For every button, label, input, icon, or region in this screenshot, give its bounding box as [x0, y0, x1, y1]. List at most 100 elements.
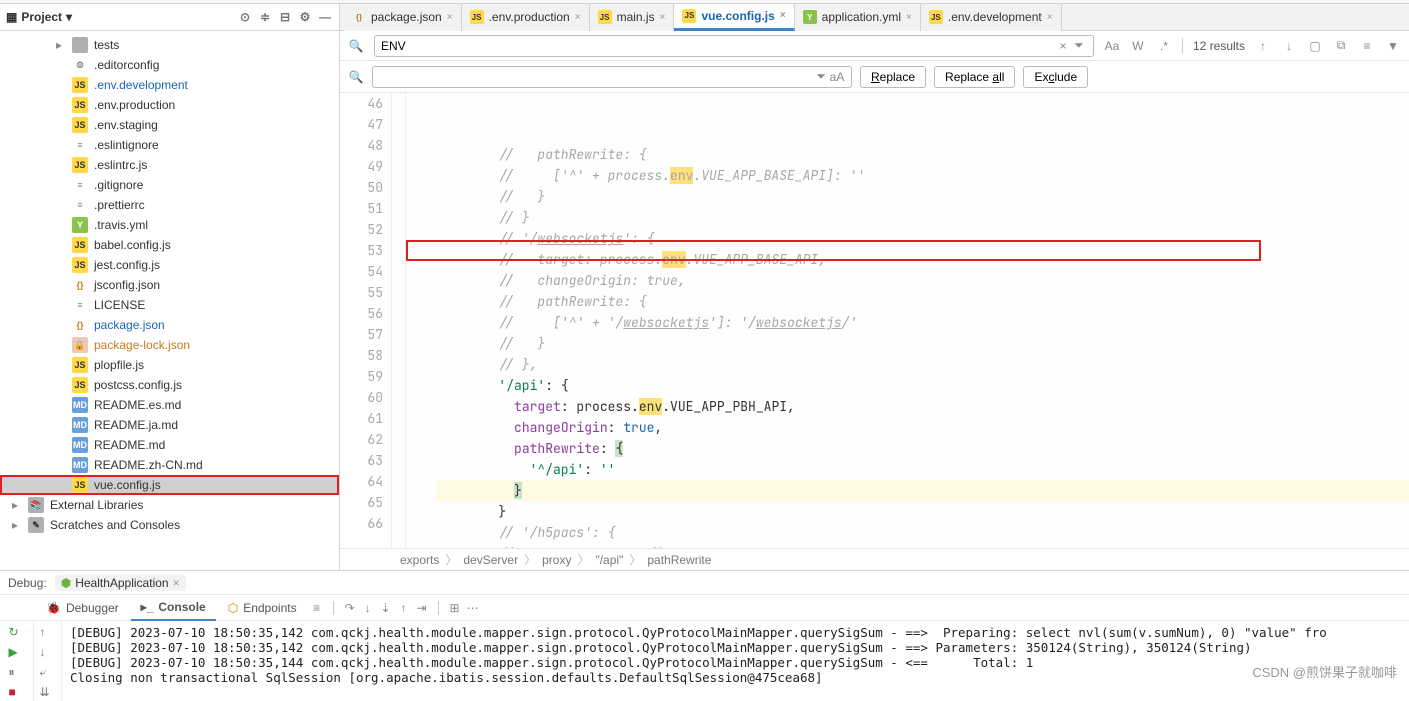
tab-main-js[interactable]: JSmain.js×: [590, 4, 675, 31]
replace-button[interactable]: Replace: [860, 66, 926, 88]
js-icon: JS: [929, 10, 943, 24]
tab--env-development[interactable]: JS.env.development×: [921, 4, 1062, 31]
close-icon[interactable]: ×: [575, 12, 581, 23]
yml-icon: Y: [803, 10, 817, 24]
tree-item[interactable]: MDREADME.es.md: [0, 395, 339, 415]
step-over-icon[interactable]: ↷: [342, 601, 358, 615]
force-step-icon[interactable]: ⇣: [378, 601, 394, 615]
hide-panel-icon[interactable]: —: [317, 9, 333, 25]
tree-item[interactable]: JS.eslintrc.js: [0, 155, 339, 175]
md-icon: MD: [72, 417, 88, 433]
md-icon: MD: [72, 457, 88, 473]
more-icon[interactable]: ≡: [309, 601, 325, 615]
run-to-cursor-icon[interactable]: ⇥: [414, 601, 430, 615]
settings-icon[interactable]: ⚙: [297, 9, 313, 25]
breadcrumb-item[interactable]: exports: [400, 553, 439, 567]
tree-item[interactable]: MDREADME.zh-CN.md: [0, 455, 339, 475]
words-icon[interactable]: W: [1130, 39, 1146, 53]
breadcrumb-item[interactable]: "/api": [595, 553, 623, 567]
replace-all-button[interactable]: Replace all: [934, 66, 1015, 88]
pause-icon[interactable]: ⏸: [9, 665, 25, 681]
clear-search-icon[interactable]: ×: [1055, 39, 1071, 53]
txt-icon: ≡: [72, 297, 88, 313]
tree-item[interactable]: JSvue.config.js: [0, 475, 339, 495]
tree-item[interactable]: {}jsconfig.json: [0, 275, 339, 295]
tree-item[interactable]: JSplopfile.js: [0, 355, 339, 375]
tab-application-yml[interactable]: Yapplication.yml×: [795, 4, 921, 31]
select-all-icon[interactable]: ▢: [1307, 39, 1323, 53]
tree-item[interactable]: JS.env.development: [0, 75, 339, 95]
js-icon: JS: [598, 10, 612, 24]
tab-console[interactable]: ▸_Console: [131, 595, 216, 621]
close-icon[interactable]: ×: [1047, 12, 1053, 23]
resume-icon[interactable]: ▶: [9, 645, 25, 661]
replace-input-wrap[interactable]: ⏷ aA: [372, 66, 852, 88]
tab--env-production[interactable]: JS.env.production×: [462, 4, 590, 31]
tab-debugger[interactable]: 🐞Debugger: [36, 595, 129, 621]
tree-item[interactable]: JS.env.production: [0, 95, 339, 115]
expand-all-icon[interactable]: ≑: [257, 9, 273, 25]
tab-vue-config-js[interactable]: JSvue.config.js×: [674, 4, 794, 31]
step-out-icon[interactable]: ↑: [396, 601, 412, 615]
evaluate-icon[interactable]: ⊞: [447, 601, 463, 615]
match-case-icon[interactable]: Aa: [1104, 39, 1120, 53]
close-icon[interactable]: ×: [780, 10, 786, 21]
regex-icon[interactable]: .*: [1156, 39, 1172, 53]
tab-endpoints[interactable]: ⬡Endpoints: [218, 595, 307, 621]
history-icon[interactable]: ⏷: [1071, 38, 1087, 53]
console-output[interactable]: [DEBUG] 2023-07-10 18:50:35,142 com.qckj…: [62, 621, 1409, 701]
breadcrumb-item[interactable]: proxy: [542, 553, 571, 567]
tab-package-json[interactable]: {}package.json×: [344, 4, 462, 31]
tree-item[interactable]: ≡.prettierrc: [0, 195, 339, 215]
preserve-case-icon[interactable]: aA: [829, 70, 845, 84]
replace-input[interactable]: [379, 70, 813, 84]
exclude-button[interactable]: Exclude: [1023, 66, 1088, 88]
stop-icon[interactable]: ■: [9, 685, 25, 701]
tree-item[interactable]: JSjest.config.js: [0, 255, 339, 275]
collapse-all-icon[interactable]: ⊟: [277, 9, 293, 25]
project-tree[interactable]: ▸tests⚙.editorconfigJS.env.developmentJS…: [0, 31, 339, 570]
close-icon[interactable]: ×: [660, 12, 666, 23]
tree-item[interactable]: 🔒package-lock.json: [0, 335, 339, 355]
tree-item[interactable]: ⚙.editorconfig: [0, 55, 339, 75]
step-into-icon[interactable]: ↓: [360, 601, 376, 615]
settings2-icon[interactable]: ≡: [1359, 39, 1375, 53]
close-config-icon[interactable]: ×: [173, 576, 180, 590]
breadcrumb-item[interactable]: devServer: [463, 553, 518, 567]
tree-item[interactable]: JSbabel.config.js: [0, 235, 339, 255]
tree-item[interactable]: ▸📚External Libraries: [0, 495, 339, 515]
up-icon[interactable]: ↑: [40, 625, 56, 641]
tree-item[interactable]: ≡LICENSE: [0, 295, 339, 315]
tree-item[interactable]: Y.travis.yml: [0, 215, 339, 235]
tree-item[interactable]: ▸tests: [0, 35, 339, 55]
next-match-icon[interactable]: ↓: [1281, 39, 1297, 53]
scroll-icon[interactable]: ⇊: [40, 685, 56, 701]
tree-item[interactable]: JS.env.staging: [0, 115, 339, 135]
rerun-icon[interactable]: ↻: [9, 625, 25, 641]
search-input-wrap[interactable]: × ⏷: [374, 35, 1094, 57]
tree-item[interactable]: MDREADME.ja.md: [0, 415, 339, 435]
chevron-down-icon[interactable]: ▾: [66, 10, 72, 24]
trace-icon[interactable]: ⋯: [465, 601, 481, 615]
tree-item[interactable]: ▸✎Scratches and Consoles: [0, 515, 339, 535]
js-icon: JS: [72, 157, 88, 173]
breadcrumb-item[interactable]: pathRewrite: [647, 553, 711, 567]
search-input[interactable]: [381, 39, 1055, 53]
tree-item[interactable]: ≡.eslintignore: [0, 135, 339, 155]
tree-item[interactable]: MDREADME.md: [0, 435, 339, 455]
code-editor[interactable]: 4647484950515253545556575859606162636465…: [340, 93, 1409, 548]
prev-match-icon[interactable]: ↑: [1255, 39, 1271, 53]
close-icon[interactable]: ×: [447, 12, 453, 23]
new-window-icon[interactable]: ⧉: [1333, 38, 1349, 53]
tree-item[interactable]: {}package.json: [0, 315, 339, 335]
wrap-icon[interactable]: ⤶: [40, 665, 56, 681]
close-icon[interactable]: ×: [906, 12, 912, 23]
tree-item[interactable]: JSpostcss.config.js: [0, 375, 339, 395]
down-icon[interactable]: ↓: [40, 645, 56, 661]
select-opened-file-icon[interactable]: ⊙: [237, 9, 253, 25]
run-config[interactable]: ⬢ HealthApplication ×: [55, 575, 186, 591]
filter-icon[interactable]: ▼: [1385, 39, 1401, 53]
history2-icon[interactable]: ⏷: [813, 69, 829, 84]
tree-item[interactable]: ≡.gitignore: [0, 175, 339, 195]
breadcrumb[interactable]: exports〉devServer〉proxy〉"/api"〉pathRewri…: [340, 548, 1409, 570]
